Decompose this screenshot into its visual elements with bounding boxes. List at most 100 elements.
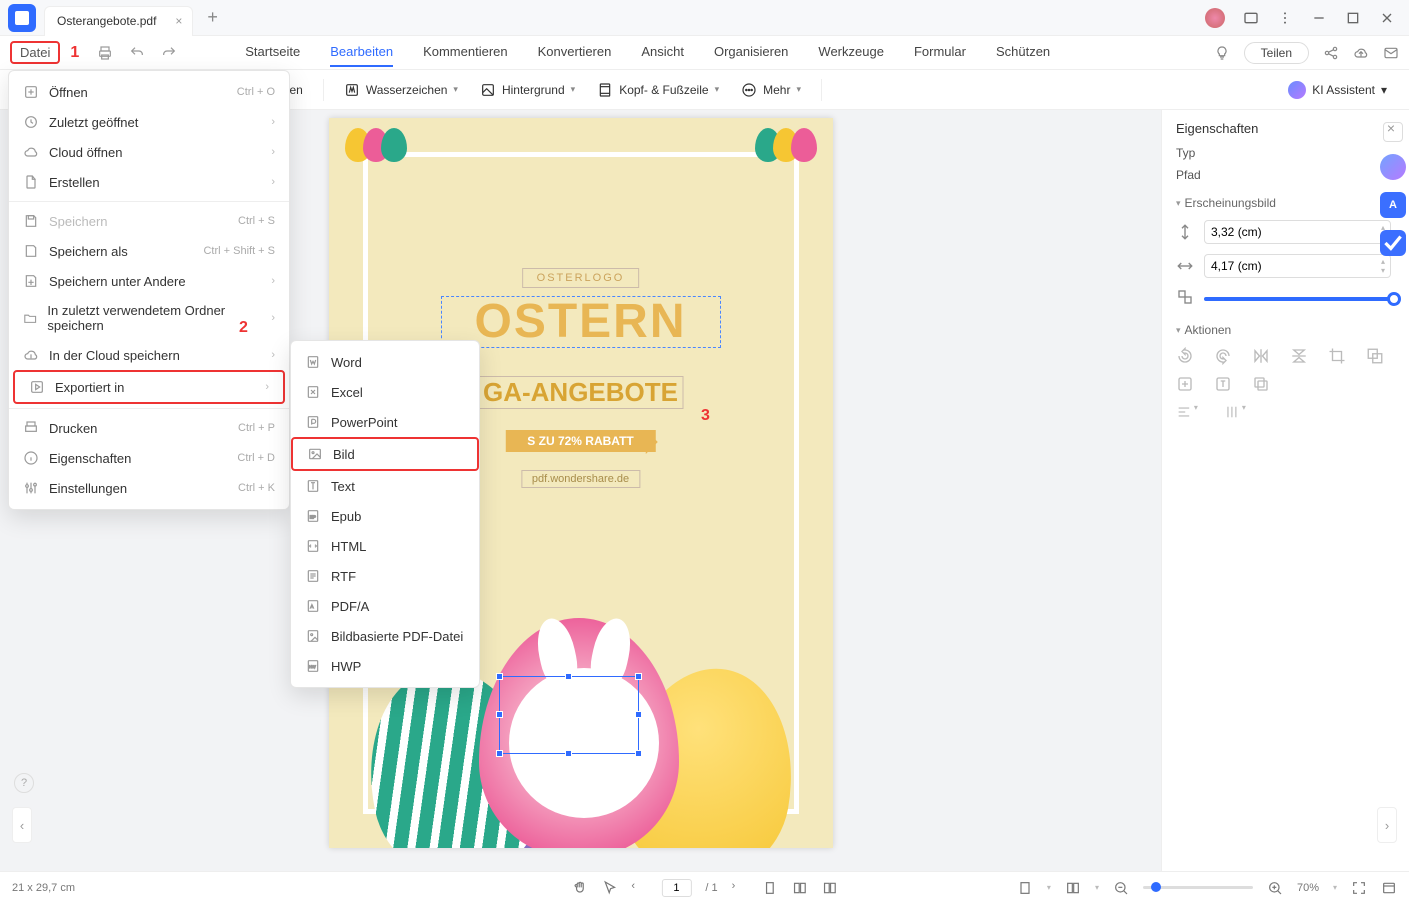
height-input[interactable] xyxy=(1204,254,1391,278)
fm-print[interactable]: DruckenCtrl + P xyxy=(9,413,289,443)
ribbon-background[interactable]: Hintergrund▾ xyxy=(472,78,583,102)
fm-create[interactable]: Erstellen› xyxy=(9,167,289,197)
select-tool-icon[interactable] xyxy=(601,880,617,896)
tab-schuetzen[interactable]: Schützen xyxy=(996,38,1050,67)
share-button[interactable]: Teilen xyxy=(1244,42,1309,64)
ex-excel[interactable]: Excel xyxy=(291,377,479,407)
fm-cloud-open[interactable]: Cloud öffnen› xyxy=(9,137,289,167)
svg-text:A: A xyxy=(310,604,314,609)
user-avatar[interactable] xyxy=(1205,8,1225,28)
tab-formular[interactable]: Formular xyxy=(914,38,966,67)
layout-icon[interactable] xyxy=(1065,880,1081,896)
view-mode-1-icon[interactable] xyxy=(762,880,778,896)
print-icon[interactable] xyxy=(97,45,113,61)
ribbon-watermark[interactable]: Wasserzeichen▾ xyxy=(336,78,466,102)
prop-appearance-section[interactable]: Erscheinungsbild xyxy=(1176,196,1395,210)
replace-image-icon[interactable] xyxy=(1366,347,1384,365)
redo-icon[interactable] xyxy=(161,45,177,61)
clock-icon xyxy=(23,114,39,130)
ai-rail-icon[interactable] xyxy=(1380,154,1406,180)
close-window-icon[interactable] xyxy=(1379,10,1395,26)
distribute-icon[interactable]: ▾ xyxy=(1224,403,1252,421)
fm-open[interactable]: ÖffnenCtrl + O xyxy=(9,77,289,107)
ex-image[interactable]: Bild xyxy=(291,437,479,471)
ex-powerpoint[interactable]: PowerPoint xyxy=(291,407,479,437)
hwp-icon: HW xyxy=(305,658,321,674)
doc-url: pdf.wondershare.de xyxy=(521,470,640,488)
lightbulb-icon[interactable] xyxy=(1214,45,1230,61)
message-icon[interactable] xyxy=(1243,10,1259,26)
collapse-left-icon[interactable]: ‹ xyxy=(12,807,32,843)
collapse-right-icon[interactable]: › xyxy=(1377,807,1397,843)
panel-toggle-icon[interactable] xyxy=(1383,122,1403,142)
zoom-value[interactable]: 70% xyxy=(1297,882,1319,894)
kebab-menu-icon[interactable] xyxy=(1277,10,1293,26)
ocr-icon[interactable] xyxy=(1214,375,1232,393)
fm-save-as[interactable]: Speichern alsCtrl + Shift + S xyxy=(9,236,289,266)
ex-epub[interactable]: EPEpub xyxy=(291,501,479,531)
fm-save-cloud[interactable]: In der Cloud speichern› xyxy=(9,340,289,370)
rotate-left-icon[interactable] xyxy=(1176,347,1194,365)
share-network-icon[interactable] xyxy=(1323,45,1339,61)
flip-vertical-icon[interactable] xyxy=(1290,347,1308,365)
ex-imagepdf[interactable]: Bildbasierte PDF-Datei xyxy=(291,621,479,651)
maximize-icon[interactable] xyxy=(1345,10,1361,26)
zoom-slider[interactable] xyxy=(1143,886,1253,889)
opacity-slider[interactable] xyxy=(1204,297,1395,301)
tab-werkzeuge[interactable]: Werkzeuge xyxy=(818,38,884,67)
crop-icon[interactable] xyxy=(1328,347,1346,365)
fullscreen-icon[interactable] xyxy=(1351,880,1367,896)
fm-save-other[interactable]: Speichern unter Andere› xyxy=(9,266,289,296)
mail-icon[interactable] xyxy=(1383,45,1399,61)
fm-export[interactable]: Exportiert in› xyxy=(13,370,285,404)
export-icon xyxy=(29,379,45,395)
ex-word[interactable]: Word xyxy=(291,347,479,377)
extract-icon[interactable] xyxy=(1176,375,1194,393)
ex-rtf[interactable]: RTF xyxy=(291,561,479,591)
tab-startseite[interactable]: Startseite xyxy=(245,38,300,67)
tab-ansicht[interactable]: Ansicht xyxy=(641,38,684,67)
zoom-in-icon[interactable] xyxy=(1267,880,1283,896)
selection-handles[interactable] xyxy=(499,676,639,754)
width-input[interactable] xyxy=(1204,220,1391,244)
tab-konvertieren[interactable]: Konvertieren xyxy=(538,38,612,67)
help-icon[interactable]: ? xyxy=(14,773,34,793)
copy-icon[interactable] xyxy=(1252,375,1270,393)
reading-mode-icon[interactable] xyxy=(822,880,838,896)
ribbon-more[interactable]: Mehr▾ xyxy=(733,78,809,102)
ex-pdfa[interactable]: APDF/A xyxy=(291,591,479,621)
ex-hwp[interactable]: HWHWP xyxy=(291,651,479,681)
undo-icon[interactable] xyxy=(129,45,145,61)
ribbon-ai-assistant[interactable]: KI Assistent▾ xyxy=(1278,77,1397,103)
ribbon-header-footer[interactable]: Kopf- & Fußzeile▾ xyxy=(589,78,727,102)
doc-headline[interactable]: OSTERN xyxy=(441,296,721,348)
flip-horizontal-icon[interactable] xyxy=(1252,347,1270,365)
rotate-right-icon[interactable] xyxy=(1214,347,1232,365)
tab-organisieren[interactable]: Organisieren xyxy=(714,38,788,67)
page-input[interactable] xyxy=(661,879,691,897)
ex-html[interactable]: HTML xyxy=(291,531,479,561)
fit-width-icon[interactable] xyxy=(1017,880,1033,896)
close-tab-icon[interactable]: × xyxy=(175,14,182,28)
zoom-out-icon[interactable] xyxy=(1113,880,1129,896)
rail-translate-icon[interactable]: A xyxy=(1380,192,1406,218)
tab-kommentieren[interactable]: Kommentieren xyxy=(423,38,508,67)
document-tab[interactable]: Osterangebote.pdf × xyxy=(44,6,193,36)
file-menu-button[interactable]: Datei xyxy=(10,41,60,64)
prev-page-icon[interactable]: ‹ xyxy=(631,880,647,896)
read-mode-icon[interactable] xyxy=(1381,880,1397,896)
fm-settings[interactable]: EinstellungenCtrl + K xyxy=(9,473,289,503)
cloud-upload-icon[interactable] xyxy=(1353,45,1369,61)
new-tab-button[interactable]: + xyxy=(207,7,218,28)
rail-check-icon[interactable] xyxy=(1380,230,1406,256)
tab-bearbeiten[interactable]: Bearbeiten xyxy=(330,38,393,67)
prop-actions-section[interactable]: Aktionen xyxy=(1176,323,1395,337)
ex-text[interactable]: Text xyxy=(291,471,479,501)
minimize-icon[interactable] xyxy=(1311,10,1327,26)
fm-recent[interactable]: Zuletzt geöffnet› xyxy=(9,107,289,137)
next-page-icon[interactable]: › xyxy=(732,880,748,896)
fm-properties[interactable]: EigenschaftenCtrl + D xyxy=(9,443,289,473)
view-mode-2-icon[interactable] xyxy=(792,880,808,896)
align-icon[interactable]: ▾ xyxy=(1176,403,1204,421)
hand-tool-icon[interactable] xyxy=(571,880,587,896)
